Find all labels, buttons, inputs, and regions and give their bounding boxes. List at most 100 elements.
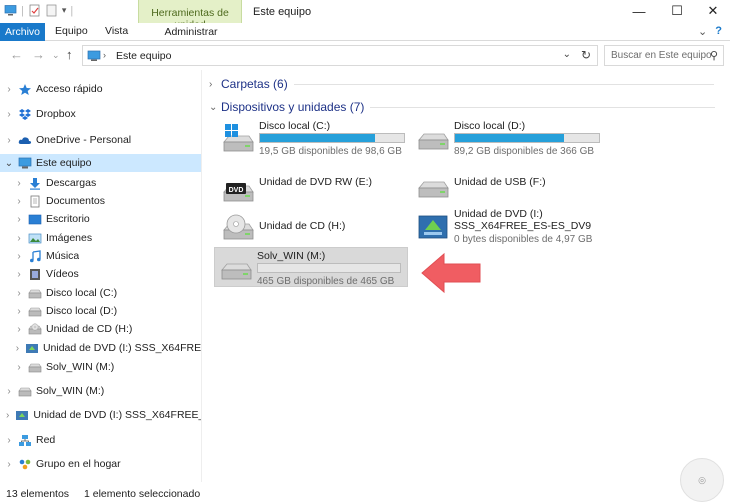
nav-item-imagenes[interactable]: › Imágenes xyxy=(0,229,201,247)
computer-icon[interactable] xyxy=(4,4,17,17)
nav-item-documentos[interactable]: › Documentos xyxy=(0,192,201,210)
chevron-right-icon[interactable]: › xyxy=(14,343,21,354)
nav-item-cd-h[interactable]: › Unidad de CD (H:) xyxy=(0,320,201,338)
drive-icon xyxy=(28,305,42,318)
chevron-right-icon[interactable]: › xyxy=(209,79,221,90)
chevron-down-icon[interactable]: ⌄ xyxy=(563,49,571,60)
chevron-right-icon[interactable]: › xyxy=(14,196,24,207)
chevron-down-icon[interactable]: ⌄ xyxy=(209,102,221,113)
chevron-right-icon[interactable]: › xyxy=(14,214,24,225)
homegroup-icon xyxy=(19,459,31,469)
drive-tile-f[interactable]: Unidad de USB (F:) xyxy=(412,168,602,208)
drive-name: Solv_WIN (M:) xyxy=(257,250,326,262)
help-icon[interactable]: ? xyxy=(715,25,722,38)
expand-ribbon-icon[interactable]: ⌄ xyxy=(698,25,707,38)
maximize-icon[interactable]: ☐ xyxy=(660,0,694,22)
nav-item-solv-win-root[interactable]: › Solv_WIN (M:) xyxy=(0,382,201,400)
chevron-right-icon: › xyxy=(103,50,106,60)
nav-item-acceso-rapido[interactable]: › Acceso rápido xyxy=(0,80,201,98)
drive-name: Unidad de CD (H:) xyxy=(259,220,346,232)
drive-icon xyxy=(28,361,42,374)
tab-administrar[interactable]: Administrar xyxy=(139,26,243,38)
drive-name: Unidad de USB (F:) xyxy=(454,176,546,188)
chevron-right-icon[interactable]: › xyxy=(14,362,24,373)
close-icon[interactable]: ✕ xyxy=(696,0,730,22)
forward-arrow-icon[interactable]: → xyxy=(32,47,45,62)
nav-label: Documentos xyxy=(46,195,105,207)
properties-icon[interactable] xyxy=(28,4,41,17)
drive-tile-i[interactable]: Unidad de DVD (I:) SSS_X64FREE_ES-ES_DV9… xyxy=(412,206,602,250)
nav-label: OneDrive - Personal xyxy=(36,134,132,146)
group-folders[interactable]: › Carpetas (6) xyxy=(209,77,714,91)
nav-item-onedrive[interactable]: › OneDrive - Personal xyxy=(0,131,201,149)
chevron-right-icon[interactable]: › xyxy=(4,109,14,120)
download-icon xyxy=(30,177,40,190)
group-devices[interactable]: ⌄ Dispositivos y unidades (7) xyxy=(209,100,716,114)
chevron-right-icon[interactable]: › xyxy=(14,233,24,244)
up-arrow-icon[interactable]: ↑ xyxy=(66,47,73,62)
tab-archivo[interactable]: Archivo xyxy=(0,23,45,41)
search-input[interactable]: Buscar en Este equipo ⚲ xyxy=(604,45,724,66)
refresh-icon[interactable]: ↻ xyxy=(581,48,591,62)
new-folder-icon[interactable] xyxy=(45,4,58,17)
computer-icon xyxy=(87,50,101,61)
minimize-icon[interactable]: — xyxy=(622,0,656,22)
nav-label: Disco local (C:) xyxy=(46,287,118,299)
group-title: Dispositivos y unidades (7) xyxy=(221,100,365,114)
search-icon: ⚲ xyxy=(709,50,718,62)
svg-text:DVD: DVD xyxy=(229,187,244,194)
nav-item-dvd-i-root[interactable]: › Unidad de DVD (I:) SSS_X64FREE_ES-ES_D… xyxy=(0,406,201,424)
nav-item-descargas[interactable]: › Descargas xyxy=(0,174,201,192)
nav-item-solv-win[interactable]: › Solv_WIN (M:) xyxy=(0,358,201,376)
customize-qat-icon[interactable]: ▾ xyxy=(62,5,67,16)
drive-icon xyxy=(18,385,32,398)
tab-vista[interactable]: Vista xyxy=(105,25,128,37)
address-bar[interactable]: › Este equipo ⌄ ↻ xyxy=(82,45,598,66)
separator: | xyxy=(21,4,24,17)
window-title: Este equipo xyxy=(253,6,312,18)
chevron-right-icon[interactable]: › xyxy=(4,410,11,421)
chevron-right-icon[interactable]: › xyxy=(14,251,24,262)
drive-label: SSS_X64FREE_ES-ES_DV9 xyxy=(454,220,592,232)
separator: | xyxy=(70,4,74,17)
chevron-right-icon[interactable]: › xyxy=(14,288,24,299)
drive-tile-h[interactable]: Unidad de CD (H:) xyxy=(217,206,407,246)
windows-drive-icon xyxy=(221,124,255,154)
chevron-right-icon[interactable]: › xyxy=(14,306,24,317)
chevron-right-icon[interactable]: › xyxy=(14,178,24,189)
nav-item-musica[interactable]: › Música xyxy=(0,247,201,265)
nav-item-escritorio[interactable]: › Escritorio xyxy=(0,210,201,228)
nav-label: Solv_WIN (M:) xyxy=(36,385,105,397)
nav-item-este-equipo[interactable]: ⌄ Este equipo xyxy=(0,154,201,172)
capacity-fill xyxy=(455,134,565,142)
search-placeholder: Buscar en Este equipo xyxy=(611,50,712,61)
nav-item-disco-c[interactable]: › Disco local (C:) xyxy=(0,284,201,302)
nav-item-grupo-hogar[interactable]: › Grupo en el hogar xyxy=(0,455,201,473)
drive-tile-m[interactable]: Solv_WIN (M:) 465 GB disponibles de 465 … xyxy=(214,247,408,287)
tab-equipo[interactable]: Equipo xyxy=(55,25,88,37)
drive-tile-c[interactable]: Disco local (C:) 19,5 GB disponibles de … xyxy=(217,118,407,158)
drive-tile-d[interactable]: Disco local (D:) 89,2 GB disponibles de … xyxy=(412,118,602,158)
chevron-right-icon[interactable]: › xyxy=(14,269,24,280)
nav-item-videos[interactable]: › Vídeos xyxy=(0,265,201,283)
chevron-right-icon[interactable]: › xyxy=(4,84,14,95)
drive-tools-tab[interactable]: Herramientas de unidad xyxy=(138,0,242,31)
recent-locations-icon[interactable]: ⌄ xyxy=(52,50,60,61)
drive-free-space: 465 GB disponibles de 465 GB xyxy=(257,276,395,287)
music-icon xyxy=(30,249,41,262)
nav-item-dropbox[interactable]: › Dropbox xyxy=(0,105,201,123)
chevron-down-icon[interactable]: ⌄ xyxy=(4,158,14,169)
chevron-right-icon[interactable]: › xyxy=(4,459,14,470)
back-arrow-icon[interactable]: ← xyxy=(10,47,23,62)
chevron-right-icon[interactable]: › xyxy=(4,135,14,146)
chevron-right-icon[interactable]: › xyxy=(14,324,24,335)
nav-item-disco-d[interactable]: › Disco local (D:) xyxy=(0,302,201,320)
nav-label: Unidad de DVD (I:) SSS_X64FREE_ES-ES_DV9 xyxy=(42,342,202,354)
nav-item-red[interactable]: › Red xyxy=(0,431,201,449)
nav-item-dvd-i[interactable]: › Unidad de DVD (I:) SSS_X64FREE_ES-ES_D… xyxy=(0,339,202,357)
chevron-right-icon[interactable]: › xyxy=(4,435,14,446)
nav-label: Grupo en el hogar xyxy=(36,458,121,470)
drive-tile-e[interactable]: DVD Unidad de DVD RW (E:) xyxy=(217,168,407,208)
chevron-right-icon[interactable]: › xyxy=(4,386,14,397)
address-path: Este equipo xyxy=(116,50,172,62)
